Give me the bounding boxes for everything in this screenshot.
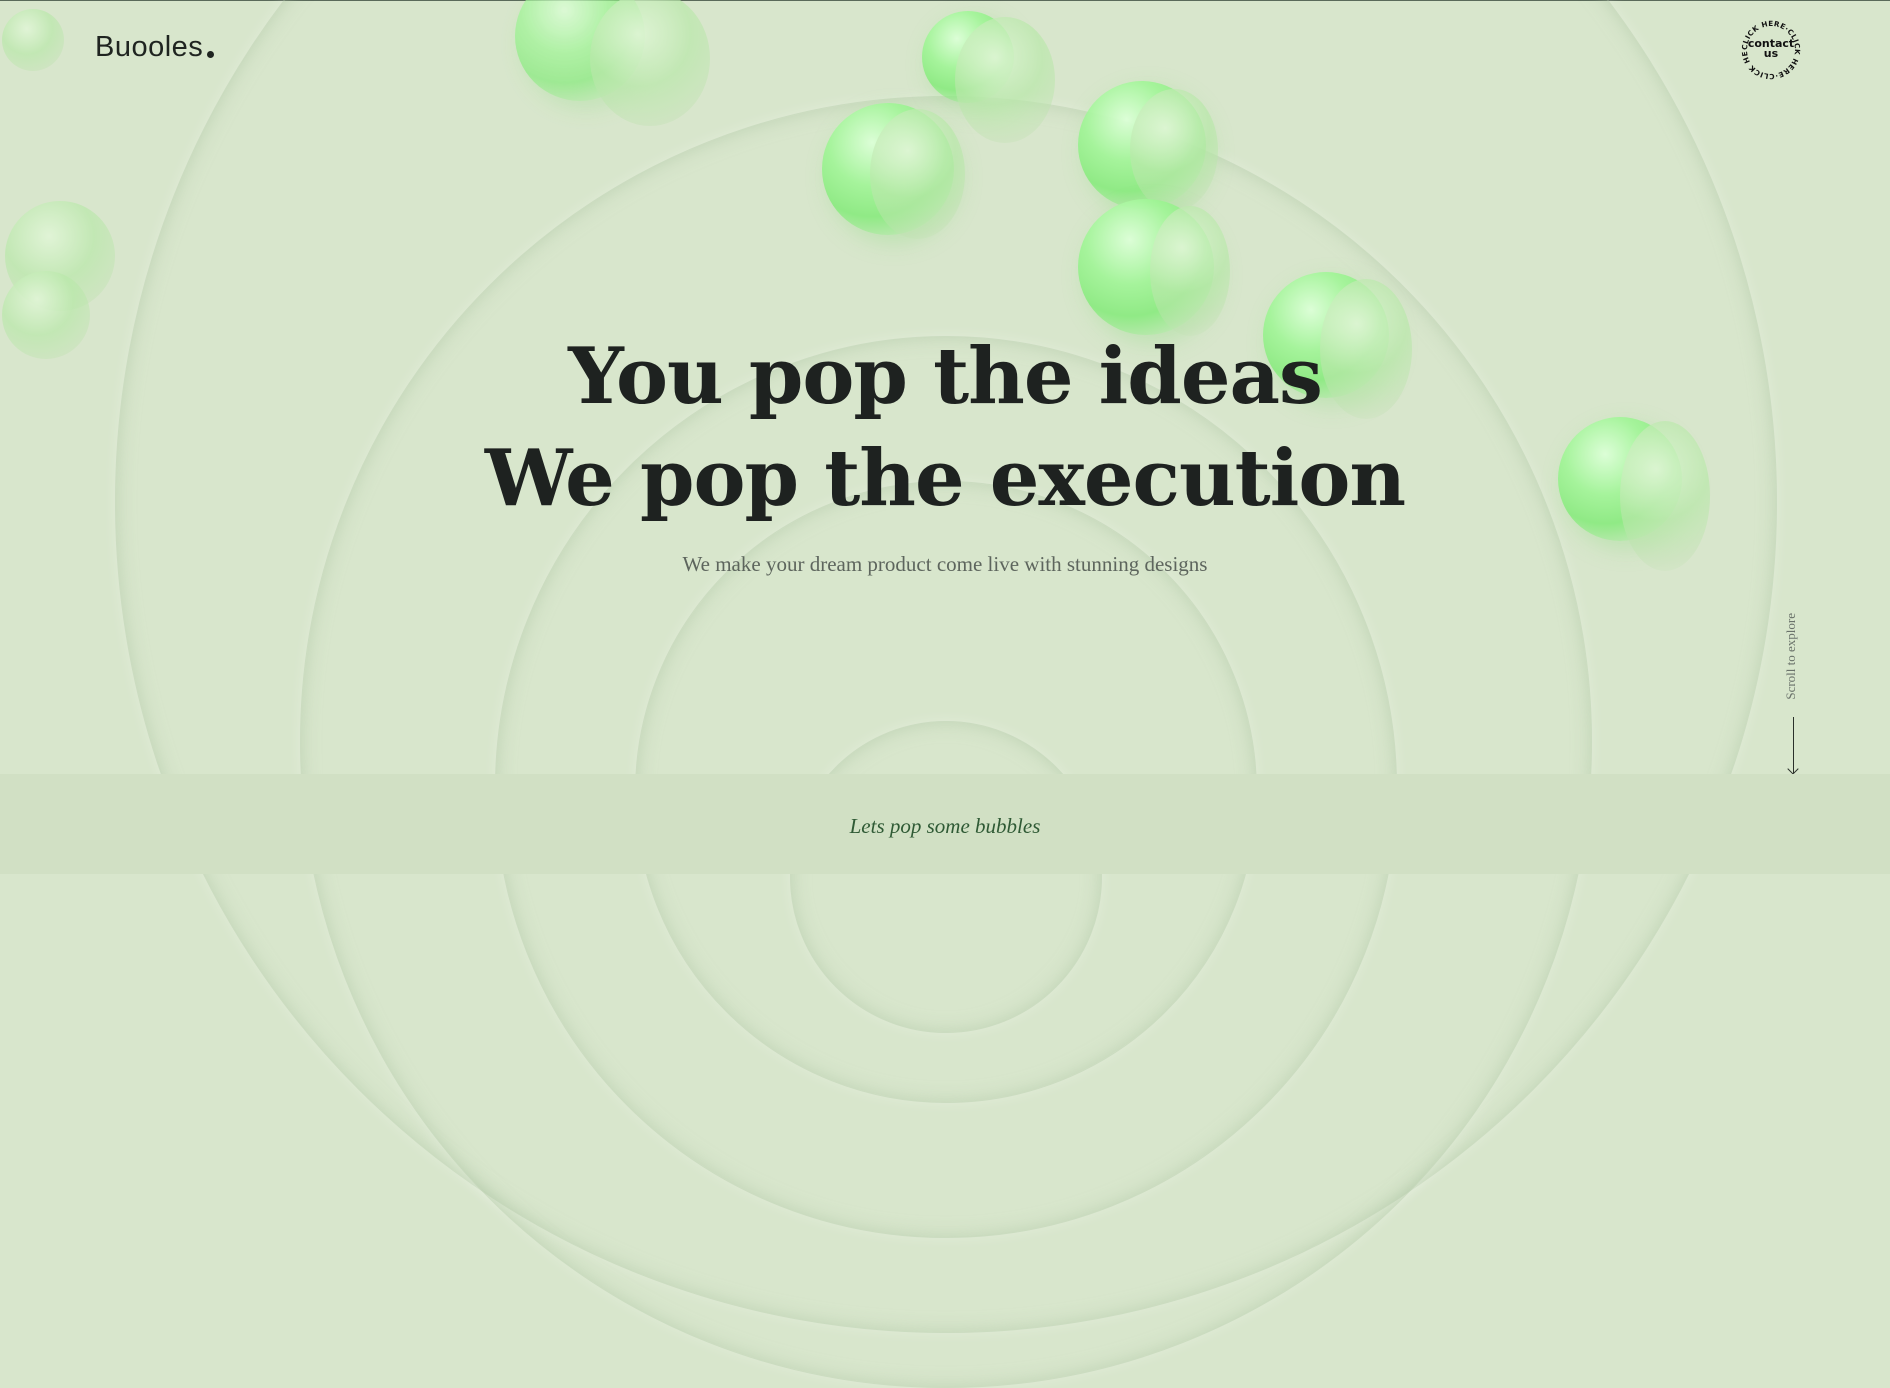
bubble[interactable] [1130,89,1218,211]
scroll-hint-label[interactable]: Scroll to explore [1783,613,1799,700]
brand-logo[interactable]: Buooles [95,31,215,64]
brand-logo-text: Buooles [95,31,204,63]
background-ring [790,721,1102,1033]
logo-dot [207,51,215,58]
hero-subtitle: We make your dream product come live wit… [682,552,1208,576]
footer-tagline: Lets pop some bubbles [849,814,1041,838]
arrow-down-head [1787,763,1799,775]
bubble[interactable] [1150,206,1230,336]
hero-title-line-2: We pop the execution [484,433,1406,524]
bubble[interactable] [2,9,64,71]
footer-band: Lets pop some bubbles [0,774,1890,874]
contact-button[interactable]: CLICK HERE·CLICK HERE·CLICK HERE· contac… [1740,19,1802,81]
bubble[interactable] [870,109,965,239]
hero-title-line-1: You pop the ideas [568,331,1323,422]
contact-label: contact us [1747,37,1795,60]
hero-section: You pop the ideas We pop the execution W… [0,326,1890,577]
bubble[interactable] [955,17,1055,143]
